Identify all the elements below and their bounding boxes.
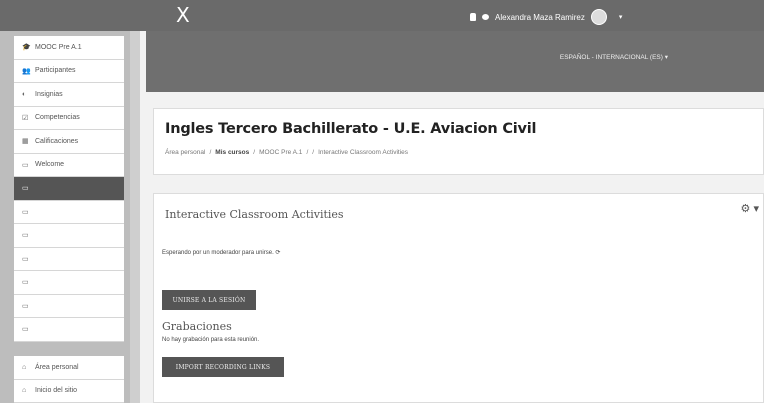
sidebar-item-label: Participantes xyxy=(35,67,76,75)
breadcrumb-my-courses[interactable]: Mis cursos xyxy=(215,149,249,156)
sidebar-item[interactable]: ▭ xyxy=(14,294,124,318)
sidebar-item[interactable]: ▭ xyxy=(14,200,124,224)
sidebar-bottom-item-label: Área personal xyxy=(35,363,79,371)
folder-icon: ▭ xyxy=(22,326,29,334)
folder-icon: ▭ xyxy=(22,185,29,193)
sidebar-bottom-item[interactable]: ⌂ Área personal xyxy=(14,356,124,380)
spinner-icon: ⟳ xyxy=(275,250,281,256)
sidebar-item-label: Competencias xyxy=(35,114,80,122)
recordings-heading: Grabaciones xyxy=(162,320,232,333)
gear-icon[interactable]: ⚙ ▾ xyxy=(741,202,759,215)
waiting-status: Esperando por un moderador para unirse. … xyxy=(162,249,280,256)
page-header-banner: ESPAÑOL - INTERNACIONAL (ES) ▾ xyxy=(146,31,764,92)
folder-icon: ▭ xyxy=(22,255,29,263)
sidebar-scrollbar[interactable] xyxy=(130,31,140,403)
breadcrumb-sep: / xyxy=(312,149,315,156)
folder-icon: ▭ xyxy=(22,302,29,310)
sidebar-nav: 🎓 MOOC Pre A.1 👥 Participantes ◐ Insignias ☑ Co… xyxy=(14,36,124,342)
breadcrumb-sep: / xyxy=(253,149,256,156)
graduation-cap-icon: 🎓 xyxy=(22,44,31,52)
bell-icon[interactable] xyxy=(470,13,476,21)
chat-icon[interactable] xyxy=(482,14,489,20)
join-session-button[interactable]: UNIRSE A LA SESIÓN xyxy=(162,290,256,310)
sidebar-item[interactable]: ▭ xyxy=(14,224,124,248)
sidebar-item[interactable]: ▭ xyxy=(14,271,124,295)
close-icon[interactable]: X xyxy=(176,3,190,27)
dashboard-icon: ⌂ xyxy=(22,363,27,371)
users-icon: 👥 xyxy=(22,67,31,75)
sidebar-item[interactable]: 👥 Participantes xyxy=(14,59,124,83)
home-icon: ⌂ xyxy=(22,387,27,395)
activity-title: Interactive Classroom Activities xyxy=(165,208,344,221)
sidebar-item-label: Welcome xyxy=(35,161,65,169)
sidebar-item[interactable]: ☑ Competencias xyxy=(14,106,124,130)
folder-icon: ▭ xyxy=(22,161,29,169)
folder-icon: ▭ xyxy=(22,232,29,240)
sidebar-item[interactable]: ▭ xyxy=(14,318,124,342)
sidebar-item-label: Insignias xyxy=(35,90,63,98)
caret-down-icon[interactable]: ▾ xyxy=(619,13,623,21)
breadcrumb-sep: / xyxy=(306,149,309,156)
folder-icon: ▭ xyxy=(22,279,29,287)
no-recordings-text: No hay grabación para esta reunión. xyxy=(162,337,260,343)
course-header-card: Ingles Tercero Bachillerato - U.E. Aviac… xyxy=(153,108,764,175)
page-title: Ingles Tercero Bachillerato - U.E. Aviac… xyxy=(165,121,537,137)
activity-card: Interactive Classroom Activities ⚙ ▾ Esp… xyxy=(153,193,764,403)
checkbox-icon: ☑ xyxy=(22,114,29,122)
user-menu[interactable]: Alexandra Maza Ramirez ▾ xyxy=(470,9,622,25)
badge-icon: ◐ xyxy=(22,90,27,98)
sidebar: 🎓 MOOC Pre A.1 👥 Participantes ◐ Insignias ☑ Co… xyxy=(0,31,140,403)
folder-icon: ▭ xyxy=(22,208,29,216)
grid-icon: ▦ xyxy=(22,138,29,146)
sidebar-item-label: MOOC Pre A.1 xyxy=(35,43,82,51)
breadcrumb-current[interactable]: Interactive Classroom Activities xyxy=(318,149,408,156)
breadcrumb-home[interactable]: Área personal xyxy=(165,149,205,156)
import-recording-links-button[interactable]: IMPORT RECORDING LINKS xyxy=(162,357,284,377)
sidebar-bottom-item[interactable]: ⌂ Inicio del sitio xyxy=(14,379,124,403)
sidebar-item[interactable]: ▦ Calificaciones xyxy=(14,130,124,154)
breadcrumb-sep: / xyxy=(209,149,212,156)
waiting-text: Esperando por un moderador para unirse. xyxy=(162,250,274,256)
sidebar-item[interactable]: ◐ Insignias xyxy=(14,83,124,107)
avatar[interactable] xyxy=(590,9,607,25)
sidebar-item[interactable]: ▭ Welcome xyxy=(14,153,124,177)
sidebar-item[interactable]: ▭ xyxy=(14,177,124,201)
breadcrumb: Área personal / Mis cursos / MOOC Pre A.… xyxy=(165,149,408,156)
top-navbar: X Alexandra Maza Ramirez ▾ xyxy=(0,0,764,31)
language-selector[interactable]: ESPAÑOL - INTERNACIONAL (ES) ▾ xyxy=(560,53,668,61)
sidebar-item-label: Calificaciones xyxy=(35,137,79,145)
sidebar-item[interactable]: 🎓 MOOC Pre A.1 xyxy=(14,36,124,60)
sidebar-nav-bottom: ⌂ Área personal ⌂ Inicio del sitio xyxy=(14,356,124,403)
breadcrumb-course[interactable]: MOOC Pre A.1 xyxy=(259,149,302,156)
sidebar-item[interactable]: ▭ xyxy=(14,247,124,271)
sidebar-bottom-item-label: Inicio del sitio xyxy=(35,387,78,395)
user-name[interactable]: Alexandra Maza Ramirez xyxy=(495,13,585,22)
